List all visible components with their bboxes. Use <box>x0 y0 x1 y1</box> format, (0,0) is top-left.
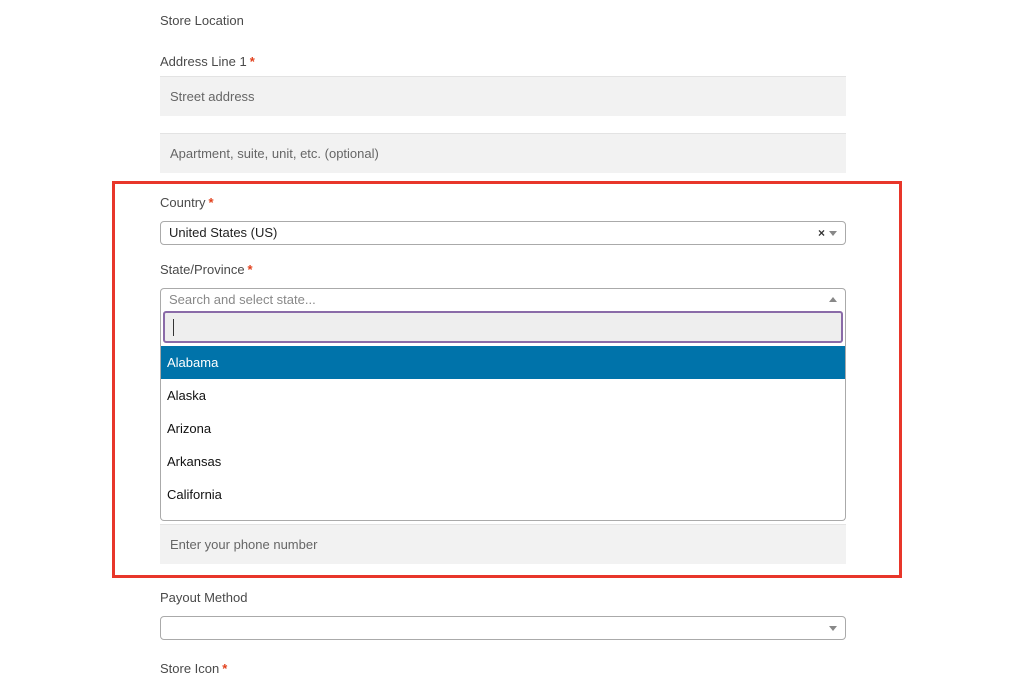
address1-label: Address Line 1 * <box>160 54 255 69</box>
payout-select[interactable] <box>160 616 846 640</box>
chevron-down-icon[interactable] <box>829 626 837 631</box>
address1-input[interactable]: Street address <box>160 76 846 116</box>
required-mark: * <box>222 661 228 676</box>
store-icon-label: Store Icon * <box>160 661 227 676</box>
address1-label-text: Address Line 1 <box>160 54 247 69</box>
payout-label: Payout Method <box>160 590 248 605</box>
store-location-label: Store Location <box>160 13 244 28</box>
store-icon-label-text: Store Icon <box>160 661 220 676</box>
required-mark: * <box>249 54 255 69</box>
highlight-box <box>112 181 902 578</box>
address2-input[interactable]: Apartment, suite, unit, etc. (optional) <box>160 133 846 173</box>
